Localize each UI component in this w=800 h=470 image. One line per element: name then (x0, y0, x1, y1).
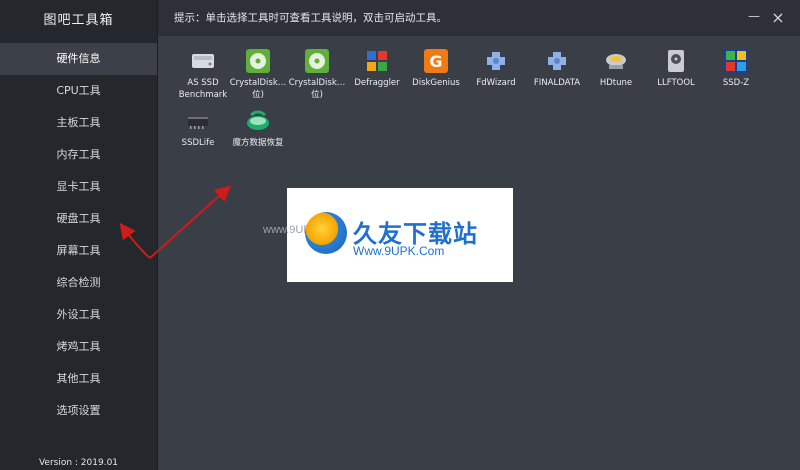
minimize-button[interactable]: — (746, 8, 762, 24)
sidebar-item-screen-tools[interactable]: 屏幕工具 (0, 235, 157, 267)
puzzle-icon (483, 48, 509, 74)
sidebar-item-hardware-info[interactable]: 硬件信息 (0, 43, 157, 75)
sidebar-item-cpu-tools[interactable]: CPU工具 (0, 75, 157, 107)
sidebar-item-settings[interactable]: 选项设置 (0, 395, 157, 427)
tool-label: FINALDATA (533, 78, 581, 88)
watermark-banner: www.9UPK.com 久友下载站 Www.9UPK.Com (263, 188, 513, 282)
sidebar: 图吧工具箱 硬件信息 CPU工具 主板工具 内存工具 显卡工具 硬盘工具 屏幕工… (0, 0, 158, 470)
tool-label: Defraggler (354, 78, 400, 88)
tool-label: DiskGenius (412, 78, 460, 88)
hint-bar: 提示：单击选择工具时可查看工具说明，双击可启动工具。 — × (158, 0, 800, 36)
tool-defraggler[interactable]: Defraggler (347, 48, 407, 89)
sidebar-item-disk-tools[interactable]: 硬盘工具 (0, 203, 157, 235)
hdd-icon (663, 48, 689, 74)
crystaldisk-icon (304, 48, 330, 74)
tool-diskgenius[interactable]: G DiskGenius (406, 48, 466, 89)
hdtune-icon (603, 48, 629, 74)
hint-text: 提示：单击选择工具时可查看工具说明，双击可启动工具。 (174, 12, 447, 24)
tool-crystaldisk-1[interactable]: CrystalDisk… 位) (228, 48, 288, 101)
ssd-chip-icon (185, 108, 211, 134)
sidebar-item-motherboard-tools[interactable]: 主板工具 (0, 107, 157, 139)
crystaldisk-icon (245, 48, 271, 74)
tool-label: CrystalDisk… 位) (288, 78, 346, 100)
tool-label: CrystalDisk… 位) (229, 78, 287, 100)
tool-ssdlife[interactable]: SSDLife (168, 108, 228, 149)
tool-label: AS SSD Benchmark (178, 78, 228, 100)
diskgenius-icon: G (423, 48, 449, 74)
sidebar-item-peripheral-tools[interactable]: 外设工具 (0, 299, 157, 331)
svg-text:G: G (429, 52, 442, 71)
version-label: Version : 2019.01 (38, 458, 119, 468)
tool-finaldata[interactable]: FINALDATA (527, 48, 587, 89)
tool-label: FdWizard (476, 78, 516, 88)
tool-label: LLFTOOL (657, 78, 695, 88)
tool-label: SSDLife (181, 138, 215, 148)
watermark-logo-icon (305, 212, 347, 254)
sidebar-item-other-tools[interactable]: 其他工具 (0, 363, 157, 395)
tool-mofang-recovery[interactable]: 魔方数据恢复 (228, 108, 288, 149)
sidebar-item-memory-tools[interactable]: 内存工具 (0, 139, 157, 171)
tool-fdwizard[interactable]: FdWizard (466, 48, 526, 89)
recovery-icon (245, 108, 271, 134)
sidebar-nav: 硬件信息 CPU工具 主板工具 内存工具 显卡工具 硬盘工具 屏幕工具 综合检测… (0, 43, 157, 427)
sidebar-item-overall-test[interactable]: 综合检测 (0, 267, 157, 299)
tool-hdtune[interactable]: HDtune (586, 48, 646, 89)
tool-label: HDtune (599, 78, 633, 88)
tool-llftool[interactable]: LLFTOOL (646, 48, 706, 89)
sidebar-item-stress-tools[interactable]: 烤鸡工具 (0, 331, 157, 363)
defraggler-icon (364, 48, 390, 74)
tool-crystaldisk-2[interactable]: CrystalDisk… 位) (287, 48, 347, 101)
watermark-domain: Www.9UPK.Com (353, 244, 445, 258)
tool-as-ssd-benchmark[interactable]: AS SSD Benchmark (173, 48, 233, 101)
ssdz-icon (723, 48, 749, 74)
app-title: 图吧工具箱 (43, 13, 114, 28)
puzzle-icon (544, 48, 570, 74)
sidebar-item-gpu-tools[interactable]: 显卡工具 (0, 171, 157, 203)
tool-label: SSD-Z (722, 78, 750, 88)
close-button[interactable]: × (770, 10, 786, 26)
drive-icon (190, 48, 216, 74)
tool-ssd-z[interactable]: SSD-Z (706, 48, 766, 89)
tool-label: 魔方数据恢复 (232, 138, 284, 148)
